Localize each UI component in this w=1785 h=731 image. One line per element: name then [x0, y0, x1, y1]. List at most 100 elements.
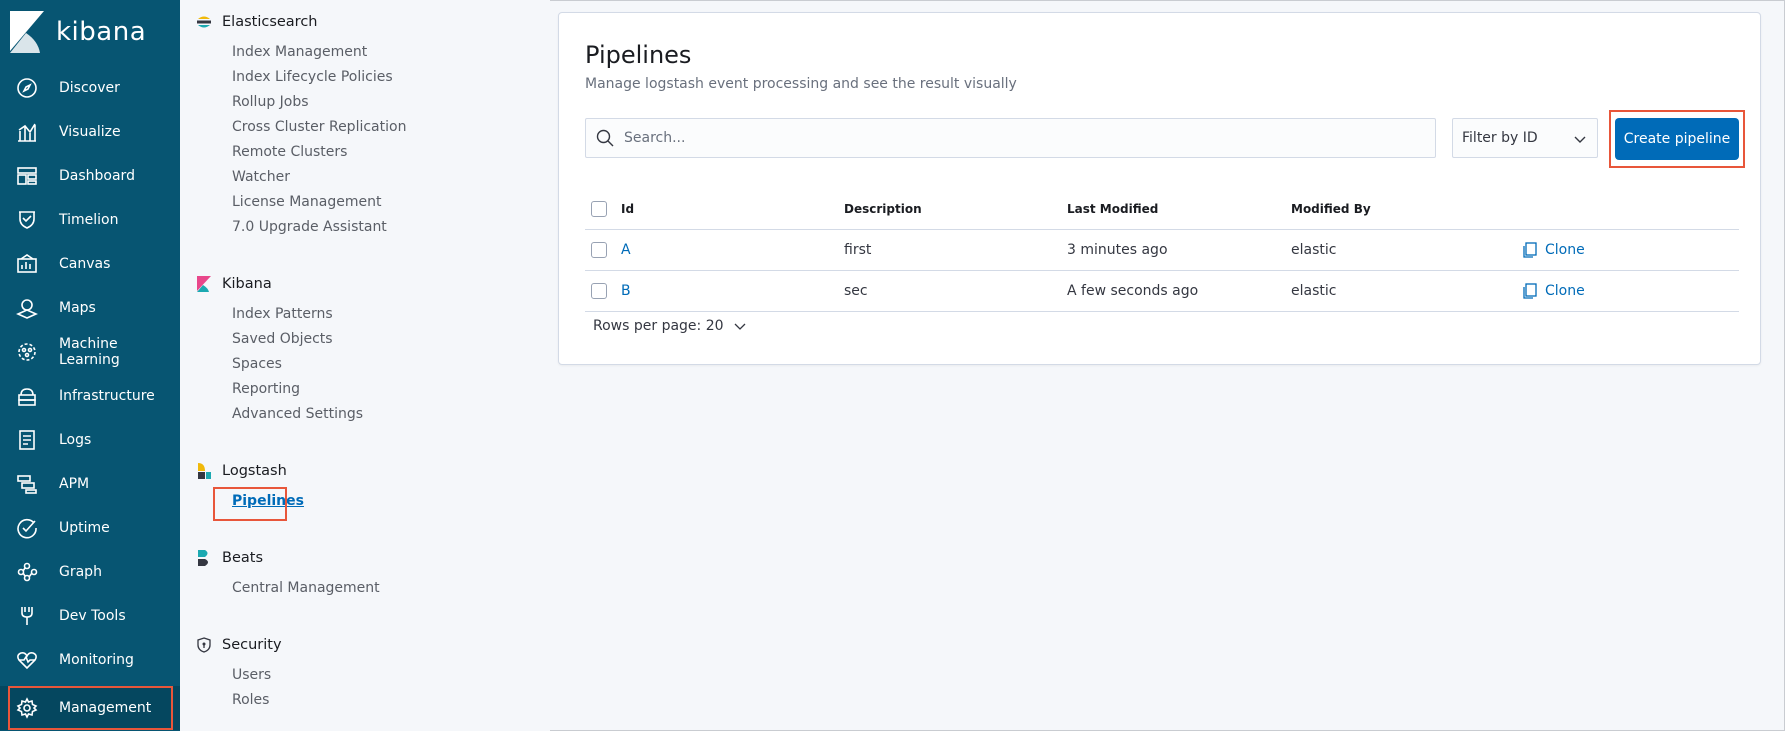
nav-label: Discover: [59, 80, 120, 96]
app-name: kibana: [56, 17, 147, 47]
apm-icon: [16, 473, 38, 495]
table-row: A first 3 minutes ago elastic Clone: [585, 230, 1739, 271]
kibana-icon: [197, 276, 211, 292]
pipeline-modified-by: elastic: [1291, 283, 1337, 299]
nav-item-logs[interactable]: Logs: [0, 418, 180, 462]
menu-link-cross-cluster-replication[interactable]: Cross Cluster Replication: [232, 115, 406, 140]
nav-label: Timelion: [59, 212, 119, 228]
nav-item-maps[interactable]: Maps: [0, 286, 180, 330]
page-subtitle: Manage logstash event processing and see…: [585, 76, 1017, 92]
filter-by-id-select[interactable]: Filter by ID: [1452, 118, 1598, 158]
column-header-description[interactable]: Description: [844, 188, 922, 229]
menu-link-roles[interactable]: Roles: [232, 688, 282, 713]
search-input[interactable]: [624, 119, 1424, 157]
chevron-down-icon: [734, 323, 745, 330]
nav-item-infrastructure[interactable]: Infrastructure: [0, 374, 180, 418]
table-row: B sec A few seconds ago elastic Clone: [585, 271, 1739, 312]
elasticsearch-icon: [197, 16, 211, 28]
menu-link-watcher[interactable]: Watcher: [232, 165, 406, 190]
clone-label: Clone: [1545, 242, 1585, 258]
shield-icon: [197, 637, 211, 653]
kibana-logo[interactable]: kibana: [10, 10, 146, 54]
select-all-checkbox[interactable]: [591, 200, 607, 217]
pipeline-id-link[interactable]: B: [621, 271, 631, 311]
nav-label: Visualize: [59, 124, 121, 140]
management-highlight-box: [8, 686, 173, 730]
pipeline-description: sec: [844, 283, 868, 299]
nav-item-dev-tools[interactable]: Dev Tools: [0, 594, 180, 638]
pipeline-modified-by: elastic: [1291, 242, 1337, 258]
section-kibana: Kibana Index Patterns Saved Objects Spac…: [196, 272, 363, 427]
section-security: Security Users Roles: [196, 633, 282, 713]
nav-label: Logs: [59, 432, 92, 448]
clone-label: Clone: [1545, 283, 1585, 299]
compass-icon: [16, 77, 38, 99]
menu-link-spaces[interactable]: Spaces: [232, 352, 363, 377]
nav-item-visualize[interactable]: Visualize: [0, 110, 180, 154]
nav-item-discover[interactable]: Discover: [0, 66, 180, 110]
nav-item-dashboard[interactable]: Dashboard: [0, 154, 180, 198]
pipeline-id-link[interactable]: A: [621, 230, 631, 270]
beats-icon: [198, 550, 208, 566]
pipeline-description: first: [844, 242, 872, 258]
management-menu: Elasticsearch Index Management Index Lif…: [180, 0, 550, 731]
maps-icon: [16, 297, 38, 319]
logstash-icon: [198, 463, 211, 479]
column-header-last-modified[interactable]: Last Modified: [1067, 188, 1158, 229]
section-title: Elasticsearch: [222, 14, 318, 30]
menu-link-users[interactable]: Users: [232, 663, 282, 688]
uptime-icon: [16, 517, 38, 539]
clone-button[interactable]: Clone: [1523, 271, 1585, 311]
pipeline-last-modified: 3 minutes ago: [1067, 242, 1168, 258]
search-icon: [596, 129, 614, 147]
nav-label: Graph: [59, 564, 102, 580]
visualize-icon: [16, 121, 38, 143]
menu-link-index-management[interactable]: Index Management: [232, 40, 406, 65]
copy-icon: [1523, 283, 1537, 299]
menu-link-rollup-jobs[interactable]: Rollup Jobs: [232, 90, 406, 115]
rows-per-page-selector[interactable]: Rows per page: 20: [593, 318, 746, 334]
section-elasticsearch: Elasticsearch Index Management Index Lif…: [196, 10, 406, 240]
menu-link-index-lifecycle-policies[interactable]: Index Lifecycle Policies: [232, 65, 406, 90]
nav-label: Monitoring: [59, 652, 134, 668]
menu-link-central-management[interactable]: Central Management: [232, 576, 380, 601]
canvas-icon: [16, 253, 38, 275]
section-beats: Beats Central Management: [196, 546, 380, 601]
nav-item-machine-learning[interactable]: Machine Learning: [0, 330, 180, 374]
create-pipeline-button[interactable]: Create pipeline: [1615, 118, 1739, 160]
nav-label: Infrastructure: [59, 388, 155, 404]
timelion-icon: [16, 209, 38, 231]
nav-item-monitoring[interactable]: Monitoring: [0, 638, 180, 682]
nav-label: Canvas: [59, 256, 111, 272]
column-header-id[interactable]: Id: [621, 188, 634, 229]
menu-link-saved-objects[interactable]: Saved Objects: [232, 327, 363, 352]
pipeline-last-modified: A few seconds ago: [1067, 283, 1199, 299]
clone-button[interactable]: Clone: [1523, 230, 1585, 270]
monitoring-icon: [16, 649, 38, 671]
nav-item-timelion[interactable]: Timelion: [0, 198, 180, 242]
menu-link-advanced-settings[interactable]: Advanced Settings: [232, 402, 363, 427]
row-checkbox[interactable]: [591, 242, 607, 258]
row-checkbox[interactable]: [591, 283, 607, 299]
table-header: Id Description Last Modified Modified By: [585, 188, 1739, 230]
chevron-down-icon: [1574, 136, 1586, 143]
nav-item-apm[interactable]: APM: [0, 462, 180, 506]
rows-per-page-label: Rows per page: 20: [593, 318, 724, 334]
search-box: [585, 118, 1436, 158]
section-title: Beats: [222, 550, 263, 566]
column-header-modified-by[interactable]: Modified By: [1291, 188, 1371, 229]
dashboard-icon: [16, 165, 38, 187]
nav-item-uptime[interactable]: Uptime: [0, 506, 180, 550]
nav-label: Uptime: [59, 520, 110, 536]
graph-icon: [16, 561, 38, 583]
menu-link-upgrade-assistant[interactable]: 7.0 Upgrade Assistant: [232, 215, 406, 240]
menu-link-reporting[interactable]: Reporting: [232, 377, 363, 402]
section-title: Logstash: [222, 463, 287, 479]
nav-item-canvas[interactable]: Canvas: [0, 242, 180, 286]
menu-link-license-management[interactable]: License Management: [232, 190, 406, 215]
menu-link-index-patterns[interactable]: Index Patterns: [232, 302, 363, 327]
menu-link-remote-clusters[interactable]: Remote Clusters: [232, 140, 406, 165]
logs-icon: [16, 429, 38, 451]
nav-label: APM: [59, 476, 90, 492]
nav-item-graph[interactable]: Graph: [0, 550, 180, 594]
